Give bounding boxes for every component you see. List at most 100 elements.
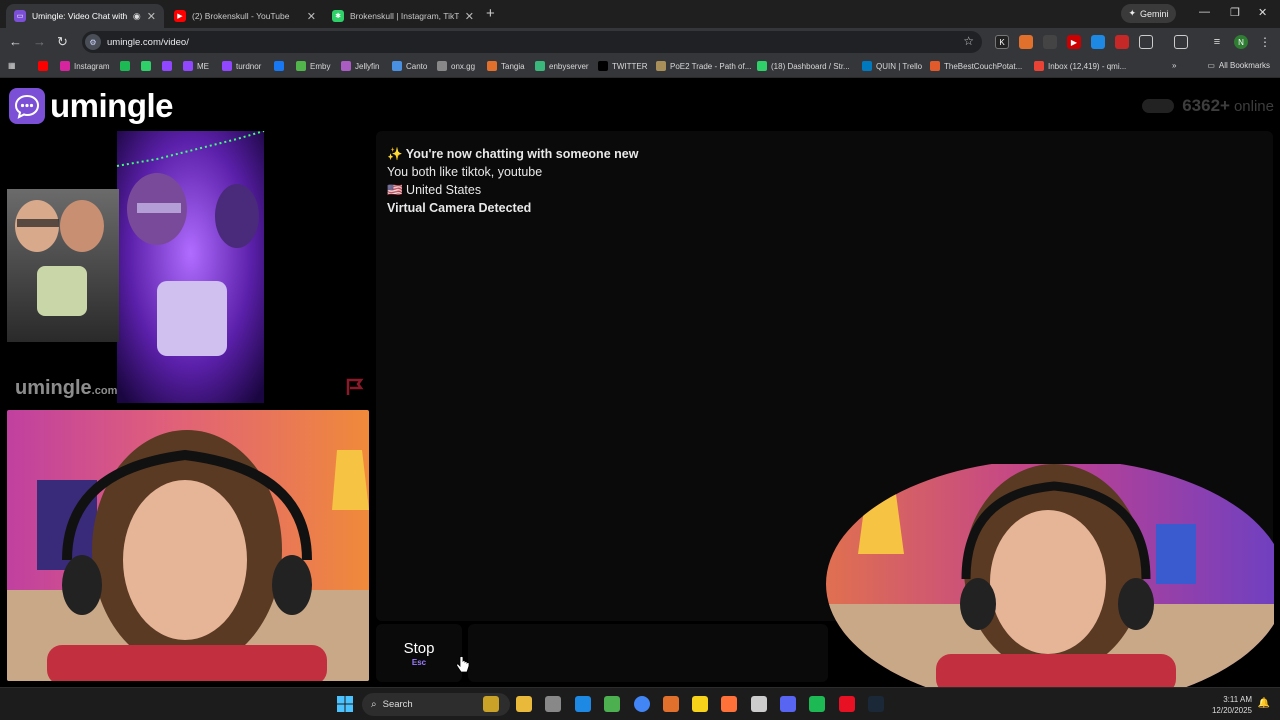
tab-title: Umingle: Video Chat with S: [32, 11, 129, 21]
gemini-button[interactable]: ✦ Gemini: [1121, 4, 1176, 23]
all-bookmarks-button[interactable]: ▭ All Bookmarks: [1207, 61, 1270, 70]
browser-tab-strip: ▭ Umingle: Video Chat with S ◉ ✕ ▶ (2) B…: [0, 0, 1280, 28]
online-label: online: [1233, 97, 1274, 115]
taskbar-app-icon[interactable]: [692, 696, 708, 712]
hand-cursor-icon: [456, 656, 470, 673]
bookmark-item[interactable]: Emby: [296, 61, 330, 71]
forward-button[interactable]: →: [33, 34, 46, 49]
taskbar-app-icon[interactable]: [604, 696, 620, 712]
chat-message: You both like tiktok, youtube: [387, 165, 543, 179]
bookmarks-overflow-icon[interactable]: »: [1172, 61, 1176, 70]
tab-youtube[interactable]: ▶ (2) Brokenskull - YouTube ✕: [166, 4, 324, 28]
online-toggle[interactable]: [1142, 99, 1175, 113]
bookmark-item[interactable]: Jellyfin: [341, 61, 379, 71]
bookmark-item[interactable]: [120, 61, 134, 71]
taskbar-app-icon[interactable]: [721, 696, 737, 712]
tab-close-icon[interactable]: ✕: [465, 10, 474, 23]
message-input[interactable]: [468, 624, 828, 682]
notification-bell-icon[interactable]: 🔔: [1258, 698, 1270, 709]
reload-button[interactable]: ↻: [57, 34, 68, 50]
bookmark-item[interactable]: [274, 61, 288, 71]
new-tab-button[interactable]: +: [486, 5, 495, 22]
chat-message: ✨ You're now chatting with someone new: [387, 147, 639, 161]
bookmark-favicon-icon: [535, 61, 545, 71]
menu-kebab-icon[interactable]: ⋮: [1258, 35, 1272, 49]
bookmark-item[interactable]: [38, 61, 52, 71]
url-text: umingle.com/video/: [107, 36, 189, 48]
bookmark-favicon-icon: [487, 61, 497, 71]
stop-button[interactable]: Stop Esc: [376, 624, 462, 682]
profile-avatar[interactable]: N: [1234, 35, 1248, 49]
tab-umingle[interactable]: ▭ Umingle: Video Chat with S ◉ ✕: [6, 4, 164, 28]
minimize-button[interactable]: —: [1199, 6, 1210, 18]
extension-youtube-icon[interactable]: ▶: [1067, 35, 1081, 49]
search-icon: ⌕: [371, 699, 377, 710]
taskbar-app-icon[interactable]: [809, 696, 825, 712]
bookmark-item[interactable]: Inbox (12,419) - qmi...: [1034, 61, 1126, 71]
chat-message: 🇺🇸 United States: [387, 183, 482, 197]
extension-translate-icon[interactable]: [1091, 35, 1105, 49]
bookmark-item[interactable]: Instagram: [60, 61, 110, 71]
taskbar-app-icon[interactable]: [780, 696, 796, 712]
online-count: 6362+: [1182, 96, 1230, 115]
bookmark-item[interactable]: TheBestCouchPotat...: [930, 61, 1022, 71]
report-flag-icon[interactable]: [345, 377, 365, 402]
site-logo[interactable]: umingle: [9, 87, 174, 125]
taskbar-app-icon[interactable]: [575, 696, 591, 712]
tab-linktree[interactable]: ✱ Brokenskull | Instagram, TikTok ✕: [324, 4, 482, 28]
bookmark-favicon-icon: [862, 61, 872, 71]
stranger-video: umingle.com: [7, 131, 369, 403]
bookmark-item[interactable]: [141, 61, 155, 71]
bookmark-favicon-icon: [141, 61, 151, 71]
all-bookmarks-label: All Bookmarks: [1218, 61, 1270, 70]
extension-fox-icon[interactable]: [1019, 35, 1033, 49]
stranger-video-frame: [7, 131, 265, 403]
bookmarks-bar: ▦ ▭ All Bookmarks » Instagram ME turdnor Em…: [0, 56, 1280, 78]
camera-preview: [826, 464, 1274, 687]
taskbar-app-icon[interactable]: [751, 696, 767, 712]
online-counter: 6362+ online: [1142, 96, 1274, 116]
bookmark-item[interactable]: Canto: [392, 61, 427, 71]
bookmark-label: Canto: [406, 61, 428, 71]
extension-shield-icon[interactable]: [1115, 35, 1129, 49]
extensions-puzzle-icon[interactable]: [1139, 35, 1153, 49]
tab-search-icon[interactable]: ≡: [1210, 35, 1224, 49]
taskbar-app-icon[interactable]: [839, 696, 855, 712]
bookmark-item[interactable]: enbyserver: [535, 61, 589, 71]
bookmark-item[interactable]: ME: [183, 61, 209, 71]
taskbar-app-icon[interactable]: [663, 696, 679, 712]
extension-k-icon[interactable]: K: [995, 35, 1009, 49]
bookmark-favicon-icon: [162, 61, 172, 71]
site-info-icon[interactable]: ⚙: [85, 34, 101, 50]
bookmark-item[interactable]: [162, 61, 176, 71]
taskbar-app-icon[interactable]: [634, 696, 650, 712]
bookmark-label: enbyserver: [549, 61, 589, 71]
bookmark-favicon-icon: [274, 61, 284, 71]
bookmark-item[interactable]: (18) Dashboard / Str...: [757, 61, 850, 71]
taskbar-app-icon[interactable]: [868, 696, 884, 712]
taskbar-app-icon[interactable]: [483, 696, 499, 712]
apps-grid-icon[interactable]: ▦: [8, 61, 16, 70]
tab-close-icon[interactable]: ✕: [147, 10, 156, 23]
maximize-button[interactable]: ❐: [1230, 6, 1240, 19]
chat-message: Virtual Camera Detected: [387, 201, 532, 215]
bookmark-item[interactable]: Tangia: [487, 61, 525, 71]
bookmark-label: Inbox (12,419) - qmi...: [1048, 61, 1127, 71]
back-button[interactable]: ←: [9, 34, 22, 49]
bookmark-item[interactable]: onx.gg: [437, 61, 475, 71]
bookmark-item[interactable]: QUIN | Trello: [862, 61, 922, 71]
taskbar-app-icon[interactable]: [516, 696, 532, 712]
tab-close-icon[interactable]: ✕: [307, 10, 316, 23]
address-bar[interactable]: ⚙ umingle.com/video/ ☆: [82, 31, 982, 53]
bookmark-item[interactable]: PoE2 Trade - Path of...: [656, 61, 751, 71]
close-window-button[interactable]: ✕: [1258, 6, 1267, 19]
system-clock[interactable]: 3:11 AM 12/20/2025: [1212, 694, 1252, 716]
windows-start-icon[interactable]: [337, 696, 353, 717]
bookmark-item[interactable]: TWITTER: [598, 61, 648, 71]
bookmark-item[interactable]: turdnor: [222, 61, 261, 71]
bookmark-star-icon[interactable]: ☆: [963, 34, 974, 48]
clock-time: 3:11 AM: [1223, 695, 1252, 704]
extension-red-icon[interactable]: [1043, 35, 1057, 49]
cast-icon[interactable]: [1174, 35, 1188, 49]
taskbar-app-icon[interactable]: [545, 696, 561, 712]
